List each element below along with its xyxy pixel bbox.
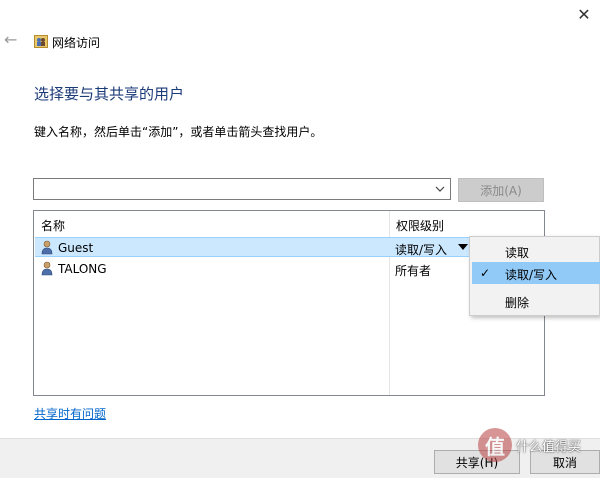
table-row-talong[interactable]: TALONG 所有者 [35,259,543,279]
back-arrow-icon: ← [4,30,18,49]
row-user-name: Guest [58,241,94,255]
row-permission[interactable]: 读取/写入 [395,241,447,258]
network-icon [34,35,48,48]
permission-menu: 读取 ✓ 读取/写入 删除 [469,236,600,316]
menu-item-read[interactable]: 读取 [472,240,600,262]
row-permission: 所有者 [395,264,432,278]
row-user-name: TALONG [58,262,107,276]
watermark-text: 什么值得买 [516,440,582,455]
user-icon [41,261,53,276]
close-icon: ✕ [577,4,591,24]
table-row-guest[interactable]: Guest 读取/写入 [35,237,543,257]
user-name-input[interactable] [36,180,430,200]
chevron-down-icon[interactable] [434,182,446,196]
user-icon [41,240,53,255]
user-name-combobox[interactable] [33,178,451,200]
back-button[interactable]: ← [4,30,24,50]
column-header-name[interactable]: 名称 [41,217,65,234]
menu-item-read-write[interactable]: ✓ 读取/写入 [472,262,600,284]
dropdown-arrow-icon[interactable] [458,244,468,250]
window-title: 网络访问 [52,36,101,50]
checkmark-icon: ✓ [480,266,491,280]
close-button[interactable]: ✕ [568,0,600,28]
help-link[interactable]: 共享时有问题 [34,405,106,422]
watermark-logo: 值 [478,428,512,462]
add-button[interactable]: 添加(A) [458,178,544,202]
menu-item-remove[interactable]: 删除 [472,290,600,312]
column-header-permission[interactable]: 权限级别 [396,217,444,234]
page-heading: 选择要与其共享的用户 [34,85,185,103]
instruction-text: 键入名称，然后单击“添加”，或者单击箭头查找用户。 [34,125,323,139]
